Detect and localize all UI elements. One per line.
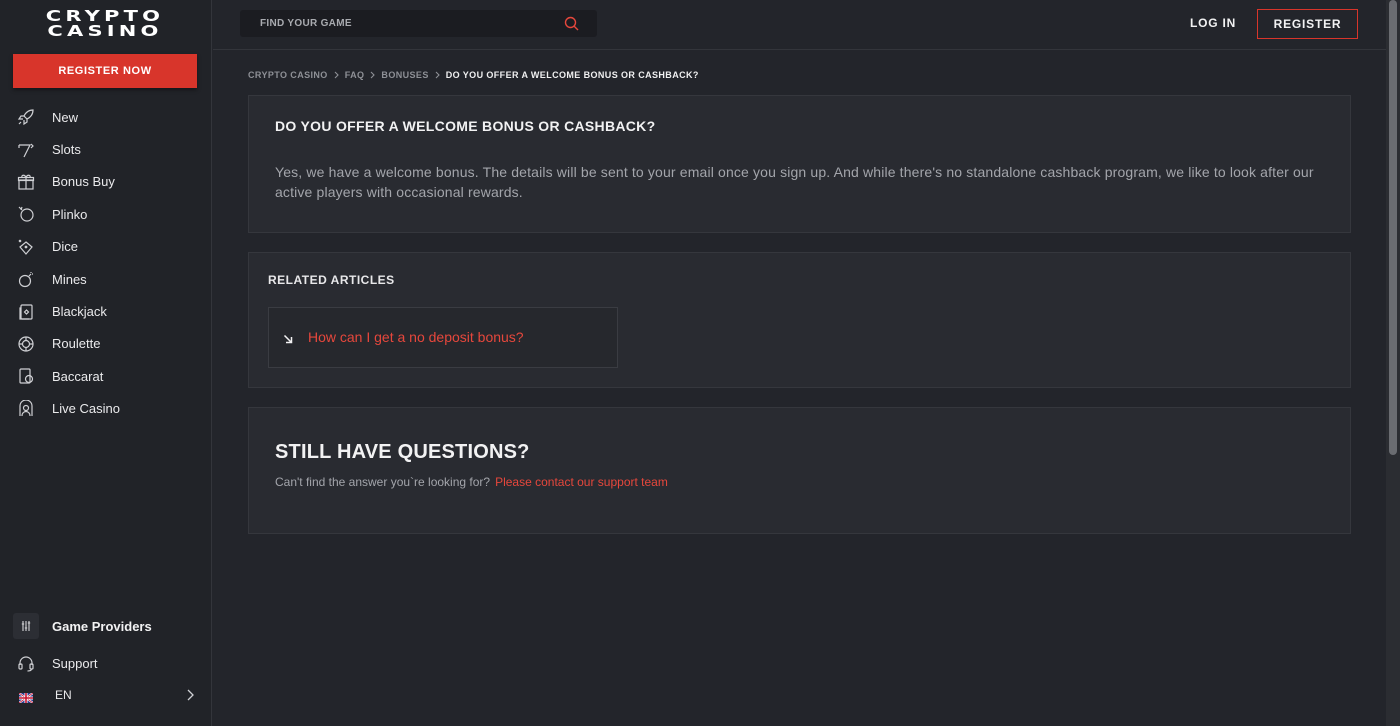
plinko-icon <box>17 205 35 223</box>
related-articles-heading: RELATED ARTICLES <box>268 273 395 287</box>
register-now-button[interactable]: REGISTER NOW <box>13 54 197 88</box>
sidebar-item-label: Dice <box>52 239 79 255</box>
register-button[interactable]: REGISTER <box>1257 9 1358 39</box>
page-title: DO YOU OFFER A WELCOME BONUS OR CASHBACK… <box>275 118 656 134</box>
sidebar-item-label: Bonus Buy <box>52 174 115 190</box>
uk-flag-icon <box>18 690 34 704</box>
search-input[interactable] <box>240 10 560 37</box>
sidebar-item-label: New <box>52 109 79 125</box>
sidebar-item-label: Blackjack <box>52 304 107 320</box>
related-article-card[interactable]: How can I get a no deposit bonus? <box>268 307 618 368</box>
sidebar-item-baccarat[interactable]: Baccarat <box>0 360 210 392</box>
rocket-icon <box>17 108 35 126</box>
breadcrumb-item-faq[interactable]: FAQ <box>345 70 365 80</box>
game-providers-label: Game Providers <box>52 618 152 634</box>
gift-icon <box>17 173 35 191</box>
still-have-questions-panel: STILL HAVE QUESTIONS? Can't find the ans… <box>248 407 1351 534</box>
sidebar-item-plinko[interactable]: Plinko <box>0 198 210 230</box>
support-label: Support <box>52 655 98 671</box>
still-have-questions-heading: STILL HAVE QUESTIONS? <box>275 441 530 463</box>
sliders-icon <box>13 613 39 639</box>
breadcrumb-item-bonuses[interactable]: BONUSES <box>381 70 428 80</box>
sidebar-item-roulette[interactable]: Roulette <box>0 328 210 360</box>
sidebar-item-blackjack[interactable]: Blackjack <box>0 295 210 327</box>
language-selector[interactable]: EN <box>0 682 210 708</box>
sidebar-item-bonus-buy[interactable]: Bonus Buy <box>0 166 210 198</box>
chevron-right-icon <box>334 71 339 79</box>
related-articles-panel: RELATED ARTICLES How can I get a no depo… <box>248 252 1351 388</box>
sidebar-item-support[interactable]: Support <box>0 650 210 676</box>
baccarat-icon <box>17 367 35 385</box>
contact-support-link[interactable]: Please contact our support team <box>495 475 668 489</box>
dice-icon <box>17 238 35 256</box>
chevron-right-icon <box>186 688 194 706</box>
logo[interactable]: CRYPTO CASINO <box>0 9 210 40</box>
chevron-right-icon <box>370 71 376 79</box>
bomb-icon <box>17 270 35 288</box>
arrow-down-right-icon <box>283 331 293 349</box>
language-label: EN <box>55 688 72 702</box>
sidebar: CRYPTO CASINO REGISTER NOW New Slots Bon… <box>0 0 212 726</box>
faq-answer-panel: DO YOU OFFER A WELCOME BONUS OR CASHBACK… <box>248 95 1351 233</box>
login-button[interactable]: LOG IN <box>1190 16 1236 30</box>
sidebar-item-label: Baccarat <box>52 368 104 384</box>
roulette-icon <box>17 335 35 353</box>
sidebar-item-game-providers[interactable]: Game Providers <box>0 612 210 640</box>
live-dealer-icon <box>17 399 35 418</box>
page-scrollbar[interactable] <box>1386 0 1400 726</box>
cant-find-answer-text: Can't find the answer you`re looking for… <box>275 475 491 489</box>
breadcrumb-item-home[interactable]: CRYPTO CASINO <box>248 70 328 80</box>
search-box <box>240 10 597 37</box>
sidebar-item-live-casino[interactable]: Live Casino <box>0 393 210 425</box>
search-icon[interactable] <box>564 16 579 36</box>
headset-icon <box>17 654 35 672</box>
cards-icon <box>17 303 35 321</box>
related-article-link[interactable]: How can I get a no deposit bonus? <box>308 329 524 345</box>
sidebar-item-label: Mines <box>52 271 87 287</box>
faq-answer-text: Yes, we have a welcome bonus. The detail… <box>275 164 1314 200</box>
sidebar-item-new[interactable]: New <box>0 101 210 133</box>
sidebar-item-slots[interactable]: Slots <box>0 133 210 165</box>
sidebar-item-dice[interactable]: Dice <box>0 231 210 263</box>
sidebar-item-label: Roulette <box>52 336 101 352</box>
chevron-right-icon <box>435 71 440 79</box>
sidebar-item-label: Live Casino <box>52 401 120 417</box>
top-bar: LOG IN REGISTER <box>213 0 1386 50</box>
slot-machine-icon <box>17 141 35 159</box>
game-category-nav: New Slots Bonus Buy Plinko Dice Mines Bl… <box>0 101 210 425</box>
sidebar-item-label: Slots <box>52 142 81 158</box>
breadcrumb: CRYPTO CASINO FAQ BONUSES DO YOU OFFER A… <box>248 69 699 81</box>
scrollbar-thumb[interactable] <box>1389 0 1397 455</box>
sidebar-item-mines[interactable]: Mines <box>0 263 210 295</box>
still-have-questions-text: Can't find the answer you`re looking for… <box>275 475 668 489</box>
sidebar-item-label: Plinko <box>52 206 88 222</box>
breadcrumb-item-current: DO YOU OFFER A WELCOME BONUS OR CASHBACK… <box>445 70 699 80</box>
